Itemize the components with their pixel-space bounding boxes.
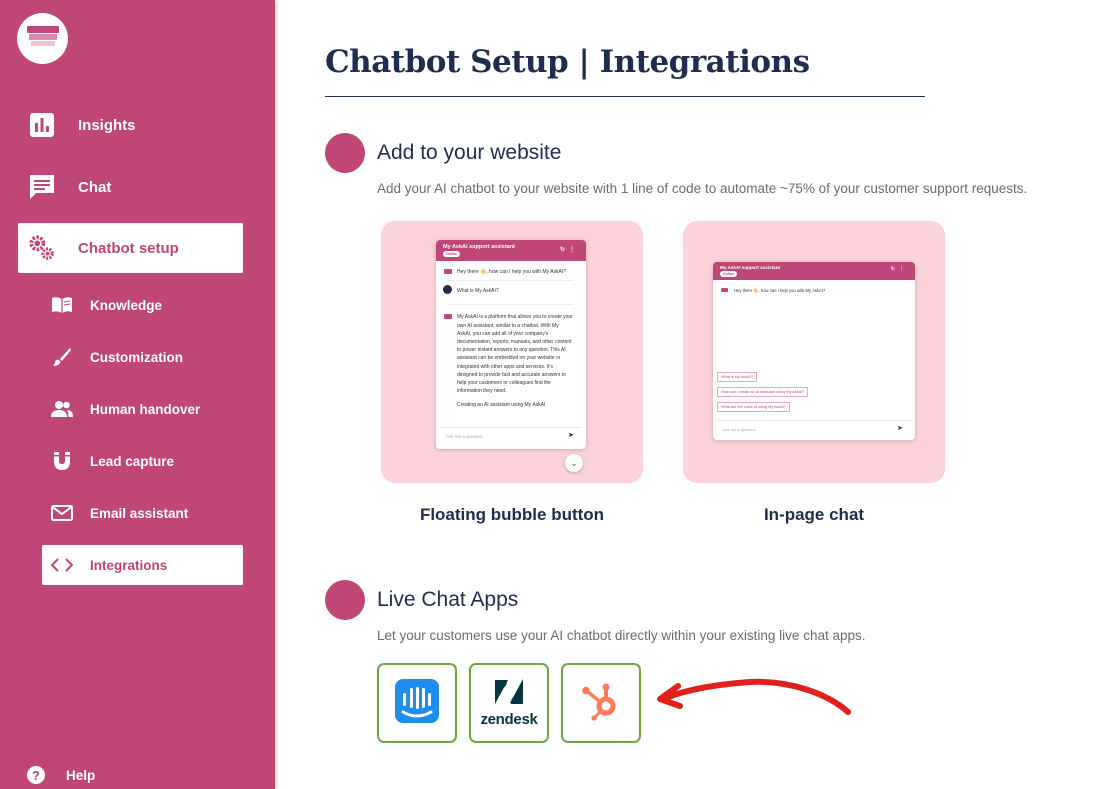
logo[interactable] [17,13,68,64]
user-message: What is My AskAI? [436,285,586,295]
section-desc-website: Add your AI chatbot to your website with… [377,181,1028,196]
chat-preview-input: Ask me a question ➤ [717,420,911,438]
sidebar-item-label: Customization [90,349,183,365]
people-icon [51,398,73,420]
floating-bubble-card[interactable]: My AskAI support assistant Online ↻⋮ Hey… [381,221,643,483]
sidebar-item-customization[interactable]: Customization [42,337,243,377]
in-page-chat-label: In-page chat [763,505,865,524]
suggestion-chip: What is My AskAI? [717,372,757,382]
book-icon [51,294,73,316]
status-pill: Online [720,271,737,277]
section-title-livechat: Live Chat Apps [377,588,519,611]
help-label: Help [66,767,96,783]
code-icon [51,554,73,576]
chat-preview-header: My AskAI support assistant Online ↻⋮ [436,240,586,261]
intercom-tile[interactable] [377,663,457,743]
sidebar-item-human-handover[interactable]: Human handover [42,389,243,429]
envelope-icon [51,502,73,524]
sidebar-item-label: Chatbot setup [78,239,179,257]
title-divider [325,96,925,97]
section-dot [325,580,365,620]
zendesk-wordmark: zendesk [480,710,538,728]
section-dot [325,133,365,173]
in-page-chat-card[interactable]: My AskAI support assistant Online ↻⋮ Hey… [683,221,945,483]
zendesk-tile[interactable]: zendesk [469,663,549,743]
sidebar-item-label: Knowledge [90,297,163,313]
chat-preview-title: My AskAI support assistant [720,265,781,270]
section-title-website: Add to your website [377,141,562,164]
section-desc-livechat: Let your customers use your AI chatbot d… [377,628,866,643]
floating-bubble-label: Floating bubble button [419,505,605,524]
sidebar-item-integrations[interactable]: Integrations [42,545,243,585]
zendesk-icon [492,678,526,710]
chat-preview-input: Ask me a question ➤ [440,427,582,445]
suggestion-chip: How can I create an AI assistant using M… [717,387,809,397]
hubspot-icon [578,678,624,729]
sidebar-item-label: Insights [78,116,136,134]
hubspot-tile[interactable] [561,663,641,743]
status-pill: Online [443,251,460,257]
sidebar-item-label: Human handover [90,401,201,417]
refresh-menu-icon: ↻⋮ [890,266,908,272]
chat-icon [28,173,56,201]
sidebar-item-label: Email assistant [90,505,189,521]
gears-icon [28,234,56,262]
sidebar-item-email-assistant[interactable]: Email assistant [42,493,243,533]
sidebar-item-chatbot-setup[interactable]: Chatbot setup [18,223,243,273]
sidebar-item-label: Chat [78,178,112,196]
sidebar-item-lead-capture[interactable]: Lead capture [42,441,243,481]
help-link[interactable]: ? Help [27,766,95,784]
chat-preview-header: My AskAI support assistant Online ↻⋮ [713,262,915,280]
sidebar-item-knowledge[interactable]: Knowledge [42,285,243,325]
bot-answer-cont: Creating an AI assistant using My AskAI [457,402,546,409]
bar-chart-icon [28,111,56,139]
sidebar-item-insights[interactable]: Insights [18,100,243,150]
page-title: Chatbot Setup | Integrations [325,44,810,80]
bot-answer: My AskAI is a platform that allows you t… [436,313,586,395]
send-icon: ➤ [897,425,903,432]
sidebar: Insights Chat Chatbot setup Knowledge Cu [0,0,275,789]
bot-message: Hey there 👋, how can I help you with My … [436,268,586,276]
brush-icon [51,346,73,368]
sidebar-item-label: Lead capture [90,453,175,469]
intercom-icon [395,678,439,728]
help-icon: ? [27,766,45,784]
annotation-arrow [657,678,851,715]
chevron-down-icon: ⌄ [565,454,583,472]
chat-preview-window: My AskAI support assistant Online ↻⋮ Hey… [436,240,586,449]
send-icon: ➤ [568,432,574,439]
refresh-menu-icon: ↻⋮ [559,247,579,253]
sidebar-item-chat[interactable]: Chat [18,162,243,212]
bot-message: Hey there 👋, how can I help you with My … [713,287,915,295]
chat-preview-title: My AskAI support assistant [443,244,515,250]
magnet-icon [51,450,73,472]
chat-preview-window: My AskAI support assistant Online ↻⋮ Hey… [713,262,915,440]
suggestion-chip: What are the costs of using My AskAI? [717,402,790,412]
app-root: Insights Chat Chatbot setup Knowledge Cu [0,0,1098,789]
sidebar-item-label: Integrations [90,557,168,573]
